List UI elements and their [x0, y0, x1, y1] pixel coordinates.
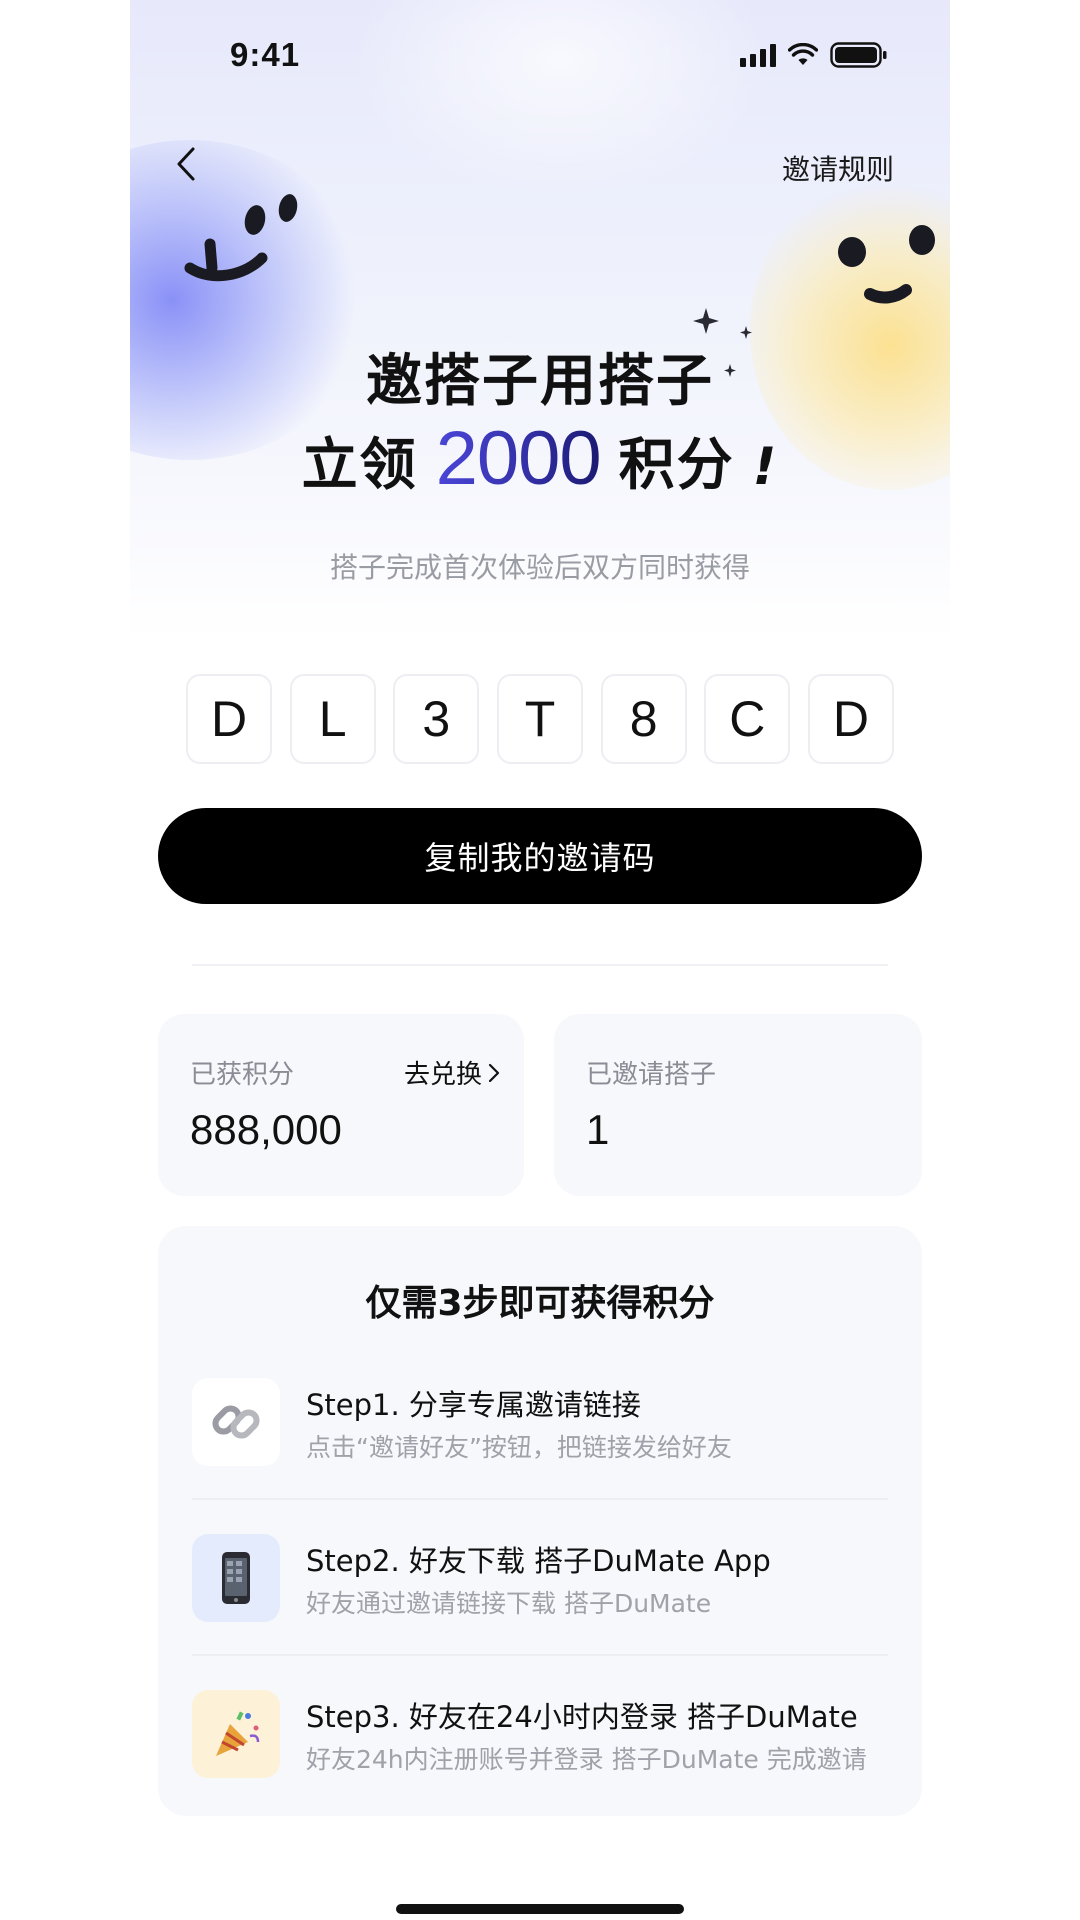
- invited-label: 已邀请搭子: [586, 1060, 717, 1090]
- home-indicator[interactable]: [396, 1904, 684, 1914]
- step-item: Step3. 好友在24小时内登录 搭子DuMate 好友24h内注册账号并登录…: [158, 1690, 922, 1846]
- step-divider: [192, 1654, 888, 1656]
- status-bar: 9:41: [130, 0, 950, 110]
- system-icons: [740, 42, 888, 68]
- back-button[interactable]: [166, 144, 206, 184]
- step-heading: Step2. 好友下载 搭子DuMate App: [306, 1544, 771, 1578]
- step-heading: Step3. 好友在24小时内登录 搭子DuMate: [306, 1700, 858, 1734]
- copy-invite-code-button[interactable]: 复制我的邀请码: [158, 808, 922, 904]
- hero-points-amount: 2000: [435, 416, 602, 501]
- hero-title-suffix: 积分: [618, 433, 735, 498]
- invite-page: 9:41 邀请规则 邀搭子用搭子 立领 2000 积分 ! 搭子完成首次体验后双…: [130, 0, 950, 1920]
- hero-title-prefix: 立领: [301, 433, 418, 498]
- smiley-face-right-icon: [838, 225, 935, 304]
- cellular-signal-icon: [740, 43, 776, 67]
- step-item: Step2. 好友下载 搭子DuMate App 好友通过邀请链接下载 搭子Du…: [158, 1534, 922, 1690]
- points-stat-card: 已获积分 去兑换 888,000: [158, 1014, 524, 1196]
- step-heading: Step1. 分享专属邀请链接: [306, 1388, 641, 1422]
- mobile-phone-icon: [192, 1534, 280, 1622]
- divider: [192, 964, 888, 966]
- steps-title: 仅需3步即可获得积分: [365, 1283, 715, 1324]
- invite-rules-link[interactable]: 邀请规则: [782, 148, 894, 188]
- step-description: 好友通过邀请链接下载 搭子DuMate: [306, 1589, 712, 1618]
- step-description: 点击“邀请好友”按钮，把链接发给好友: [306, 1433, 732, 1462]
- status-time: 9:41: [230, 36, 301, 73]
- party-popper-icon: [192, 1690, 280, 1778]
- link-icon: [192, 1378, 280, 1466]
- hero-subtitle: 搭子完成首次体验后双方同时获得: [329, 551, 750, 584]
- invited-stat-card: 已邀请搭子 1: [554, 1014, 922, 1196]
- smiley-face-left-icon: [184, 194, 298, 282]
- invite-code-char: T: [496, 674, 583, 764]
- redeem-link[interactable]: 去兑换: [404, 1054, 500, 1091]
- step-description: 好友24h内注册账号并登录 搭子DuMate 完成邀请: [306, 1745, 867, 1774]
- invite-code-char: D: [186, 674, 272, 764]
- invited-value: 1: [586, 1106, 610, 1153]
- step-item: Step1. 分享专属邀请链接 点击“邀请好友”按钮，把链接发给好友: [158, 1378, 922, 1534]
- points-value: 888,000: [190, 1106, 342, 1153]
- battery-icon: [830, 42, 887, 68]
- step-divider: [192, 1498, 888, 1500]
- hero-title-line1: 邀搭子用搭子: [366, 349, 714, 414]
- redeem-label: 去兑换: [403, 1060, 482, 1090]
- wifi-icon: [788, 43, 818, 65]
- steps-card: 仅需3步即可获得积分 Step1. 分享专属邀请链接 点击“邀请好友”按钮，把链…: [158, 1226, 922, 1816]
- invite-code-char: 8: [600, 674, 687, 764]
- invite-code: D L 3 T 8 C D: [186, 674, 894, 766]
- chevron-left-icon: [177, 147, 195, 181]
- invite-code-char: D: [807, 674, 894, 764]
- hero-title-line2: 立领 2000 积分 !: [130, 420, 950, 501]
- invite-code-char: 3: [393, 674, 480, 764]
- chevron-right-icon: [488, 1063, 500, 1082]
- points-label: 已获积分: [190, 1060, 295, 1090]
- invite-code-char: C: [704, 674, 791, 764]
- invite-code-char: L: [289, 674, 376, 764]
- hero-exclaim: !: [752, 437, 779, 497]
